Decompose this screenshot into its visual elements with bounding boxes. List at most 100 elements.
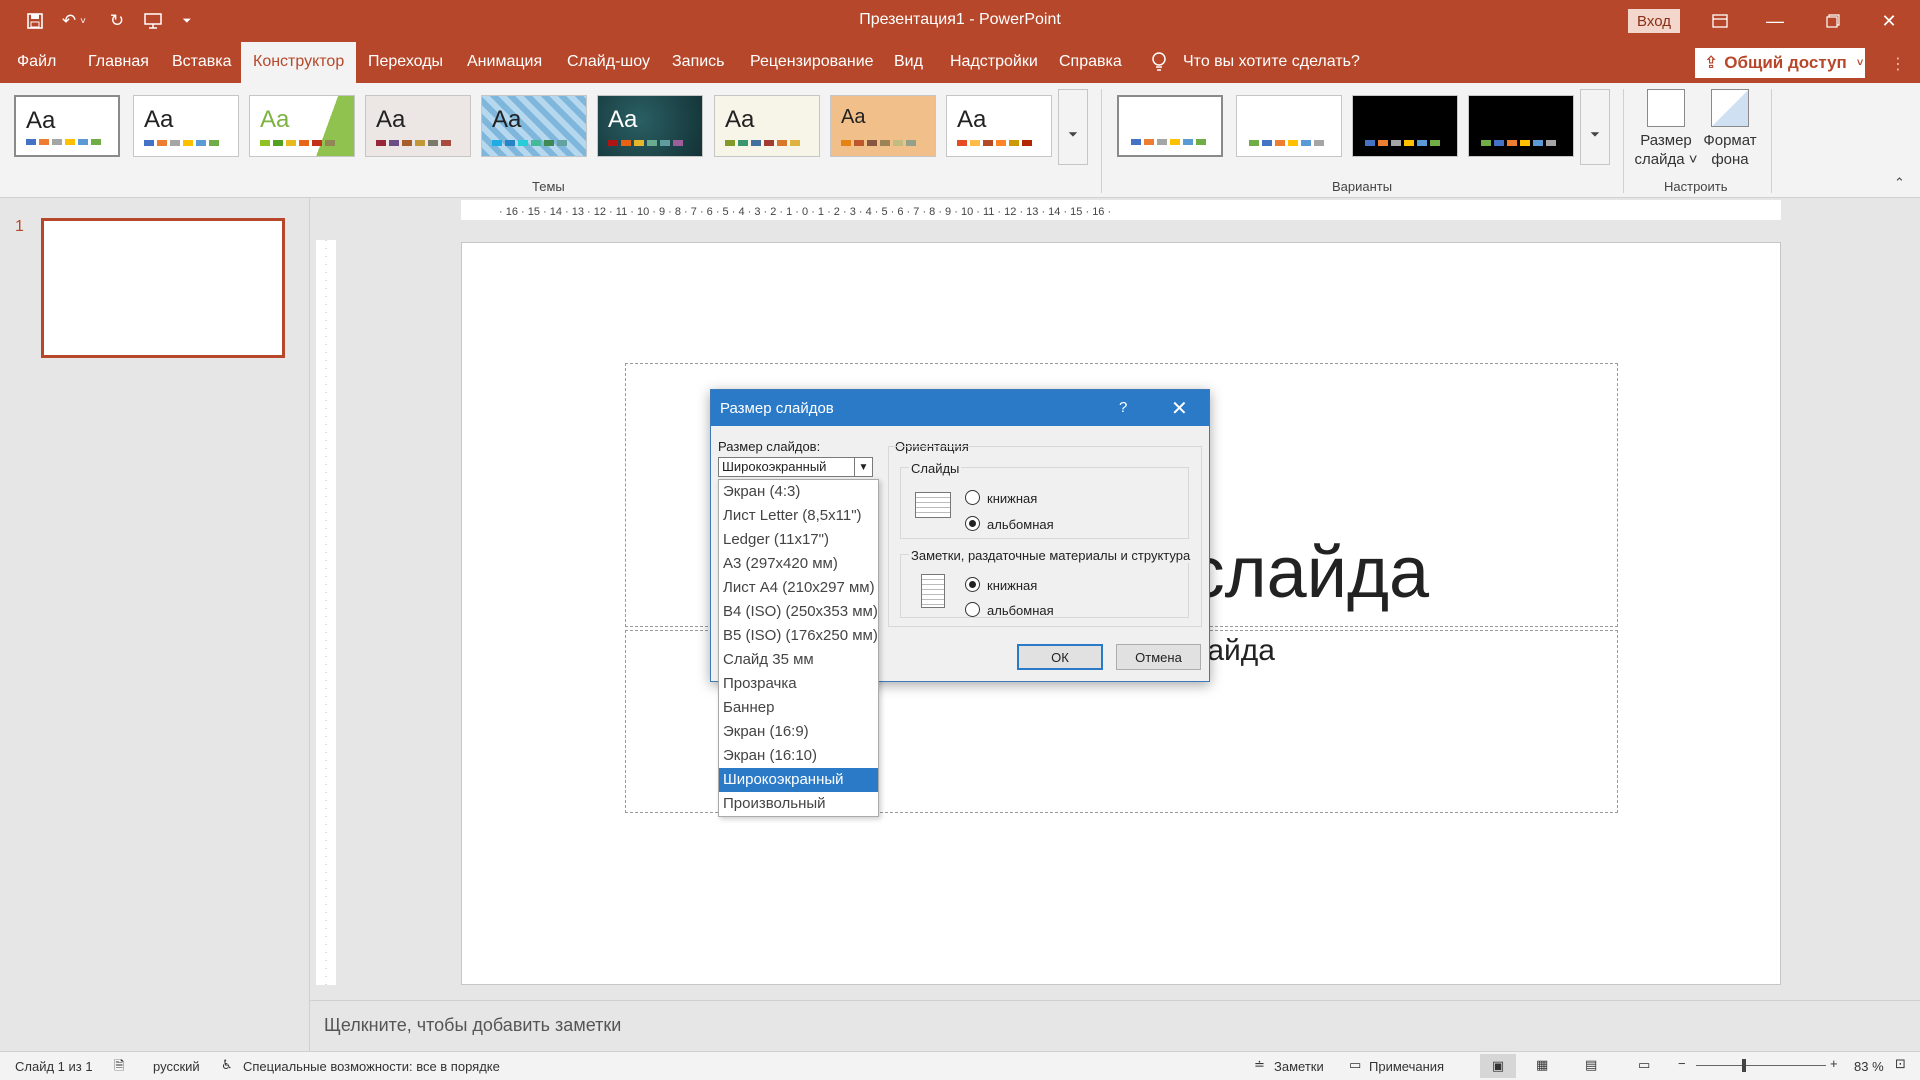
customize-group-label: Настроить (1664, 179, 1728, 194)
tab-animations[interactable]: Анимация (455, 42, 554, 83)
ok-button[interactable]: ОК (1017, 644, 1103, 670)
signin-button[interactable]: Вход (1628, 9, 1680, 33)
size-option[interactable]: Произвольный (719, 792, 878, 816)
variants-more-button[interactable]: ⏷ (1580, 89, 1610, 165)
zoom-out-icon[interactable]: − (1678, 1056, 1686, 1071)
tab-addins[interactable]: Надстройки (938, 42, 1050, 83)
tab-file[interactable]: Файл (5, 42, 68, 83)
title-placeholder-text: слайда (1188, 533, 1429, 613)
size-option[interactable]: Экран (16:10) (719, 744, 878, 768)
variant-1[interactable] (1117, 95, 1223, 157)
share-button[interactable]: ⇪ Общий доступ ˅ (1695, 48, 1865, 78)
comments-toggle[interactable]: Примечания (1369, 1059, 1444, 1074)
landscape-page-icon (915, 492, 951, 518)
accessibility-status[interactable]: Специальные возможности: все в порядке (243, 1059, 500, 1074)
size-option[interactable]: Баннер (719, 696, 878, 720)
notes-toggle[interactable]: Заметки (1274, 1059, 1324, 1074)
more-options-icon[interactable]: ⋮ (1890, 54, 1906, 74)
size-option[interactable]: Лист Letter (8,5x11") (719, 504, 878, 528)
zoom-level[interactable]: 83 % (1854, 1059, 1884, 1074)
tab-insert[interactable]: Вставка (160, 42, 243, 83)
accessibility-icon[interactable]: ♿ (221, 1057, 233, 1073)
cancel-button[interactable]: Отмена (1116, 644, 1201, 670)
group-separator (1771, 89, 1772, 193)
slides-landscape-label[interactable]: альбомная (987, 517, 1054, 532)
tab-record[interactable]: Запись (660, 42, 737, 83)
tab-view[interactable]: Вид (882, 42, 935, 83)
notes-landscape-label[interactable]: альбомная (987, 603, 1054, 618)
size-option[interactable]: Лист A4 (210x297 мм) (719, 576, 878, 600)
collapse-ribbon-icon[interactable]: ⌃ (1894, 175, 1905, 191)
variant-2[interactable] (1236, 95, 1342, 157)
slide-sorter-icon[interactable]: ▦ (1536, 1057, 1548, 1073)
chevron-down-icon[interactable]: ▼ (854, 458, 872, 476)
theme-integral[interactable]: Aa (365, 95, 471, 157)
tab-slideshow[interactable]: Слайд-шоу (555, 42, 662, 83)
tab-design[interactable]: Конструктор (241, 42, 357, 83)
normal-view-icon[interactable]: ▣ (1480, 1054, 1516, 1078)
tab-transitions[interactable]: Переходы (356, 42, 455, 83)
slide-thumbnail[interactable] (41, 218, 285, 358)
ribbon-display-options-icon[interactable] (1697, 0, 1743, 42)
close-icon[interactable]: ✕ (1171, 396, 1188, 421)
close-window-icon[interactable]: ✕ (1866, 0, 1912, 42)
language[interactable]: русский (153, 1059, 200, 1074)
zoom-slider[interactable] (1696, 1065, 1826, 1066)
theme-retrospect[interactable]: Aa (830, 95, 936, 157)
notes-icon[interactable]: ≐ (1254, 1057, 1265, 1073)
minimize-icon[interactable]: — (1752, 0, 1798, 42)
size-option[interactable]: Ledger (11x17") (719, 528, 878, 552)
notes-landscape-radio[interactable] (965, 602, 980, 617)
chevron-down-icon: ˅ (1856, 57, 1864, 69)
theme-slice[interactable]: Aa (946, 95, 1052, 157)
size-option[interactable]: Слайд 35 мм (719, 648, 878, 672)
theme-office[interactable]: Aa (14, 95, 120, 157)
zoom-slider-thumb[interactable] (1742, 1059, 1746, 1072)
slides-landscape-radio[interactable] (965, 516, 980, 531)
notes-handouts-label: Заметки, раздаточные материалы и структу… (909, 548, 1193, 563)
tab-home[interactable]: Главная (76, 42, 161, 83)
notes-portrait-label[interactable]: книжная (987, 578, 1037, 593)
variants-group-label: Варианты (1332, 179, 1393, 194)
notes-pane[interactable]: Щелкните, чтобы добавить заметки (310, 1000, 1920, 1050)
slides-portrait-radio[interactable] (965, 490, 980, 505)
size-option[interactable]: Экран (16:9) (719, 720, 878, 744)
size-option[interactable]: A3 (297x420 мм) (719, 552, 878, 576)
size-option-selected[interactable]: Широкоэкранный (719, 768, 878, 792)
slide-size-button[interactable]: Размер слайда ˅ (1634, 89, 1698, 169)
theme-organic[interactable]: Aa (714, 95, 820, 157)
dialog-title-bar: Размер слайдов ? ✕ (711, 390, 1209, 426)
spellcheck-icon[interactable]: 🗎 (114, 1057, 124, 1079)
restore-icon[interactable] (1810, 0, 1856, 42)
theme-ion[interactable]: Aa (597, 95, 703, 157)
size-option[interactable]: Экран (4:3) (719, 480, 878, 504)
tab-help[interactable]: Справка (1047, 42, 1134, 83)
notes-portrait-radio[interactable] (965, 577, 980, 592)
zoom-in-icon[interactable]: + (1830, 1056, 1838, 1071)
slides-label: Слайды (909, 461, 962, 476)
fit-to-window-icon[interactable]: ⊡ (1895, 1056, 1906, 1072)
tab-review[interactable]: Рецензирование (738, 42, 886, 83)
portrait-page-icon (921, 574, 945, 608)
slides-portrait-label[interactable]: книжная (987, 491, 1037, 506)
help-icon[interactable]: ? (1119, 399, 1127, 416)
variant-4[interactable] (1468, 95, 1574, 157)
size-option[interactable]: B4 (ISO) (250x353 мм) (719, 600, 878, 624)
group-separator (1623, 89, 1624, 193)
reading-view-icon[interactable]: ▤ (1585, 1057, 1597, 1073)
theme-ion-boardroom[interactable]: Aa (481, 95, 587, 157)
theme-office-2[interactable]: Aa (133, 95, 239, 157)
variant-3[interactable] (1352, 95, 1458, 157)
comments-icon[interactable]: ▭ (1349, 1057, 1361, 1073)
tell-me-search[interactable]: Что вы хотите сделать? (1183, 42, 1360, 83)
themes-more-button[interactable]: ⏷ (1058, 89, 1088, 165)
slide-size-select[interactable]: Широкоэкранный ▼ (718, 457, 873, 477)
slide-size-value: Широкоэкранный (722, 459, 827, 474)
notes-placeholder: Щелкните, чтобы добавить заметки (324, 1015, 622, 1035)
slideshow-view-icon[interactable]: ▭ (1638, 1057, 1650, 1073)
theme-facet[interactable]: Aa (249, 95, 355, 157)
slide-size-icon (1647, 89, 1685, 127)
size-option[interactable]: Прозрачка (719, 672, 878, 696)
format-background-button[interactable]: Формат фона (1698, 89, 1762, 169)
size-option[interactable]: B5 (ISO) (176x250 мм) (719, 624, 878, 648)
